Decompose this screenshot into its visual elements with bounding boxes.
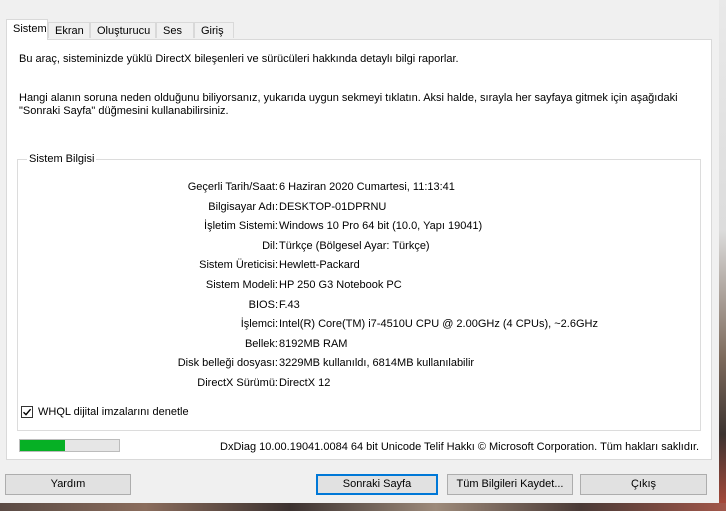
info-value: Hewlett-Packard — [279, 259, 360, 272]
info-value: DESKTOP-01DPRNU — [279, 200, 387, 213]
info-row: Disk belleği dosyası: 3229MB kullanıldı, … — [18, 357, 702, 371]
info-label: Bilgisayar Adı: — [208, 200, 278, 213]
info-row: DirectX Sürümü: DirectX 12 — [18, 377, 702, 391]
info-row: Sistem Modeli: HP 250 G3 Notebook PC — [18, 279, 702, 293]
info-value: F.43 — [279, 298, 300, 311]
tab-sistem[interactable]: Sistem — [6, 19, 48, 40]
info-value: 8192MB RAM — [279, 337, 348, 350]
intro-text: Bu araç, sisteminizde yüklü DirectX bile… — [19, 53, 459, 65]
info-row: Geçerli Tarih/Saat: 6 Haziran 2020 Cumart… — [18, 181, 702, 195]
tab-label: Sistem — [13, 23, 47, 35]
exit-button[interactable]: Çıkış — [580, 474, 707, 495]
info-label: Dil: — [262, 239, 278, 252]
info-row: Dil: Türkçe (Bölgesel Ayar: Türkçe) — [18, 240, 702, 254]
save-all-info-button[interactable]: Tüm Bilgileri Kaydet... — [447, 474, 573, 495]
instructions-text: Hangi alanın soruna neden olduğunu biliy… — [19, 92, 678, 117]
info-value: HP 250 G3 Notebook PC — [279, 279, 402, 291]
info-row: İşletim Sistemi: Windows 10 Pro 64 bit (1… — [18, 220, 702, 234]
dxdiag-window: Sistem Ekran Oluşturucu Ses Giriş Bu ara… — [0, 0, 719, 503]
info-value: Intel(R) Core(TM) i7-4510U CPU @ 2.00GHz… — [279, 318, 598, 331]
info-label: Sistem Modeli: — [205, 279, 278, 291]
info-label: Bellek: — [244, 337, 278, 350]
tab-label: Ses — [163, 25, 182, 37]
info-row: İşlemci: Intel(R) Core(TM) i7-4510U CPU @… — [18, 318, 702, 332]
background-photo-right — [719, 0, 726, 511]
help-button[interactable]: Yardım — [5, 474, 131, 495]
info-value: 3229MB kullanıldı, 6814MB kullanılabilir — [279, 357, 475, 370]
tab-giris[interactable]: Giriş — [194, 22, 234, 38]
info-value: DirectX 12 — [279, 377, 331, 389]
system-tab-panel: Bu araç, sisteminizde yüklü DirectX bile… — [6, 39, 712, 460]
tab-label: Giriş — [201, 25, 224, 37]
tab-ses[interactable]: Ses — [156, 22, 194, 38]
info-row: Bilgisayar Adı: DESKTOP-01DPRNU — [18, 201, 702, 215]
info-row: Sistem Üreticisi: Hewlett-Packard — [18, 259, 702, 273]
info-label: BIOS: — [248, 298, 278, 311]
next-page-button[interactable]: Sonraki Sayfa — [316, 474, 438, 495]
tab-label: Ekran — [55, 25, 84, 37]
info-label: DirectX Sürümü: — [197, 377, 278, 389]
info-value: Türkçe (Bölgesel Ayar: Türkçe) — [279, 239, 430, 252]
group-title: Sistem Bilgisi — [27, 153, 97, 165]
info-label: İşlemci: — [240, 318, 278, 331]
info-row: BIOS: F.43 — [18, 299, 702, 313]
info-value: 6 Haziran 2020 Cumartesi, 11:13:41 — [279, 181, 455, 193]
whql-label: WHQL dijital imzalarını denetle — [38, 406, 189, 418]
background-photo-bottom — [0, 503, 726, 511]
system-info-group: Sistem Bilgisi Geçerli Tarih/Saat: 6 Hazi… — [17, 153, 702, 431]
info-label: İşletim Sistemi: — [204, 220, 278, 233]
checkbox-box[interactable] — [21, 406, 33, 418]
tab-olusturucu[interactable]: Oluşturucu — [90, 22, 156, 38]
progress-bar — [19, 439, 120, 452]
info-label: Disk belleği dosyası: — [177, 357, 278, 370]
info-label: Sistem Üreticisi: — [199, 259, 278, 272]
info-value: Windows 10 Pro 64 bit (10.0, Yapı 19041) — [279, 220, 483, 233]
copyright-text: DxDiag 10.00.19041.0084 64 bit Unicode T… — [220, 441, 700, 453]
checkmark-icon — [23, 408, 32, 416]
tab-label: Oluşturucu — [97, 25, 151, 37]
info-row: Bellek: 8192MB RAM — [18, 338, 702, 352]
progress-fill — [20, 440, 65, 451]
tab-ekran[interactable]: Ekran — [48, 22, 90, 38]
info-label: Geçerli Tarih/Saat: — [187, 181, 278, 193]
